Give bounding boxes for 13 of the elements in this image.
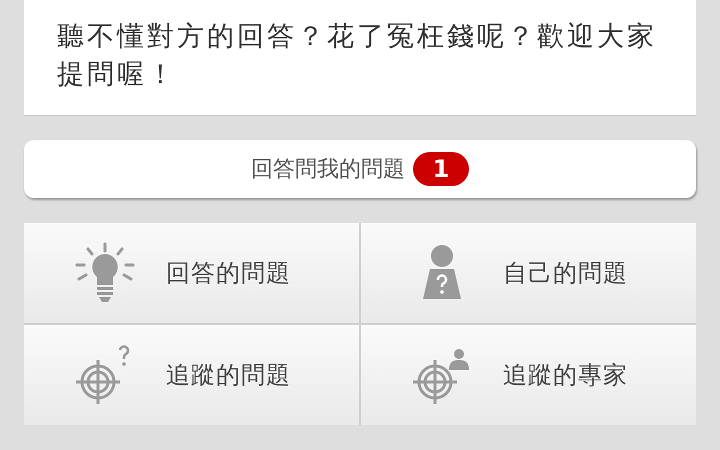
menu-tile[interactable]: 追蹤的專家 — [361, 325, 696, 425]
count-badge: 1 — [413, 152, 469, 186]
intro-text: 聽不懂對方的回答？花了冤枉錢呢？歡迎大家提問喔！ — [57, 20, 658, 92]
menu-tile[interactable]: 追蹤的問題 — [24, 325, 359, 425]
answer-questions-label: 回答問我的問題 — [251, 156, 405, 184]
answer-questions-button[interactable]: 回答問我的問題 1 — [24, 140, 696, 198]
menu-label: 追蹤的專家 — [503, 360, 628, 391]
menu-label: 追蹤的問題 — [166, 360, 291, 391]
menu-label: 自己的問題 — [503, 258, 628, 289]
menu-label: 回答的問題 — [166, 258, 291, 289]
menu-tile[interactable]: 自己的問題 — [361, 223, 696, 323]
lightbulb-icon — [74, 242, 136, 304]
menu-tile[interactable]: 回答的問題 — [24, 223, 359, 323]
